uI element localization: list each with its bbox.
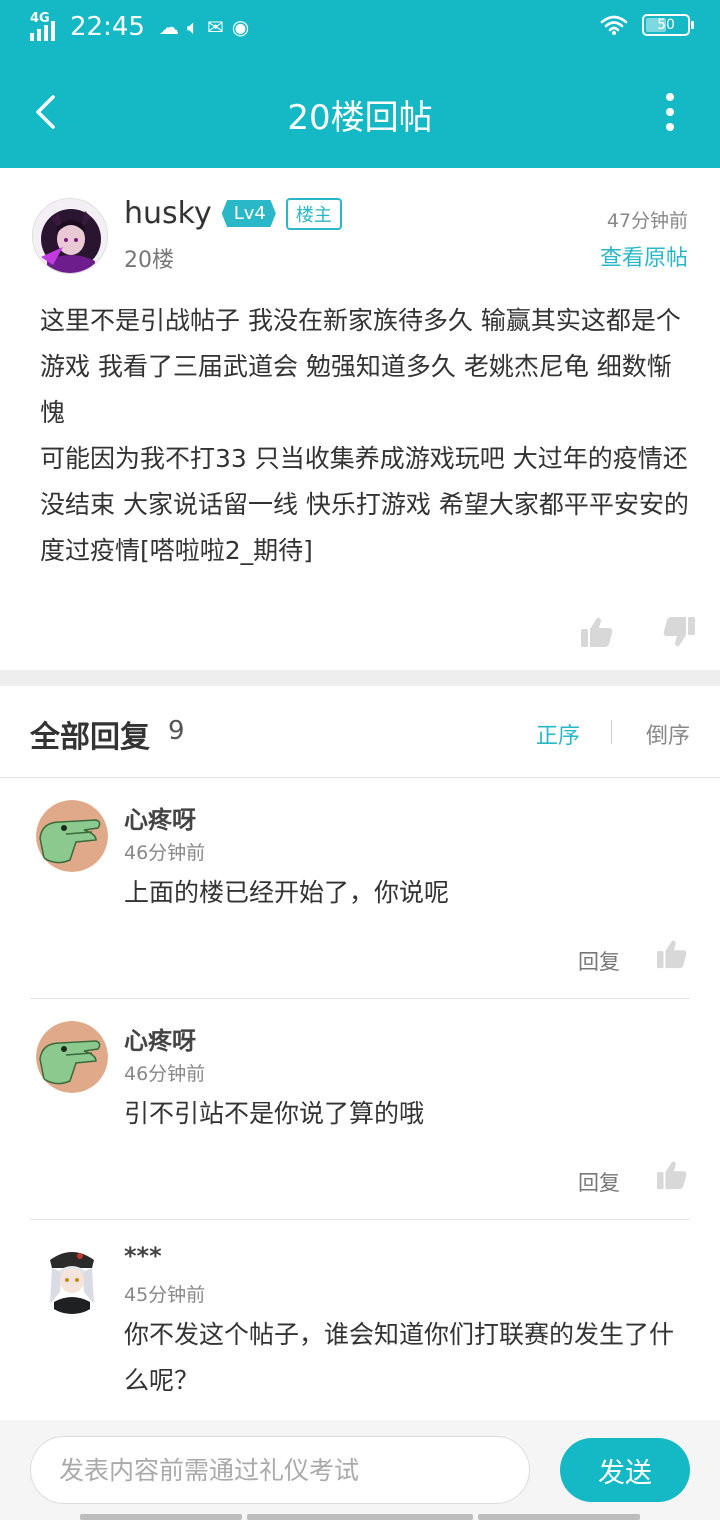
- owner-badge: 楼主: [285, 197, 342, 230]
- battery-level: 50: [657, 17, 675, 33]
- view-original-link[interactable]: 查看原帖: [600, 240, 688, 272]
- reply-content: 你不发这个帖子，谁会知道你们打联赛的发生了什么呢？: [124, 1320, 675, 1395]
- speaker-icon: 🔈︎: [186, 15, 199, 39]
- sort-separator: [611, 720, 612, 744]
- dot-icon: [666, 93, 674, 101]
- nav-indicator: [478, 1514, 640, 1520]
- reply-time: 46分钟前: [124, 842, 206, 864]
- reply-avatar[interactable]: [36, 1021, 108, 1093]
- thumbs-down-icon[interactable]: [662, 616, 696, 648]
- wifi-icon: [600, 15, 628, 35]
- composer-bar: 发送: [0, 1420, 720, 1520]
- post-paragraph: 这里不是引战帖子 我没在新家族待多久 输赢其实这都是个游戏 我看了三届武道会 勉…: [40, 306, 681, 427]
- status-left: 4G 22:45 ☁ 🔈︎ ✉ ◉: [30, 11, 249, 42]
- reply-divider: [30, 998, 690, 999]
- post-time: 47分钟前: [606, 210, 688, 232]
- floor-number: 20楼: [124, 248, 174, 273]
- sort-descending-tab[interactable]: 倒序: [646, 718, 690, 750]
- post-paragraph: 可能因为我不打33 只当收集养成游戏玩吧 大过年的疫情还没结束 大家说话留一线 …: [40, 444, 689, 565]
- app-header: 20楼回帖: [0, 56, 720, 168]
- sort-ascending-tab[interactable]: 正序: [536, 718, 580, 750]
- comment-input[interactable]: [30, 1436, 530, 1504]
- page-title: 20楼回帖: [287, 98, 433, 138]
- replies-header: 全部回复 9 正序 倒序: [0, 686, 720, 778]
- thumbs-up-icon[interactable]: [580, 616, 614, 648]
- reply-content: 上面的楼已经开始了，你说呢: [124, 878, 450, 907]
- send-button[interactable]: 发送: [560, 1438, 690, 1502]
- replies-count: 9: [168, 716, 185, 746]
- reply-button[interactable]: 回复: [578, 946, 620, 976]
- notification-icons: ☁ 🔈︎ ✉ ◉: [159, 15, 249, 39]
- dot-icon: [666, 108, 674, 116]
- cellular-signal-icon: 4G: [30, 11, 62, 41]
- author-avatar[interactable]: [32, 198, 108, 274]
- thumbs-up-icon[interactable]: [656, 938, 688, 970]
- weather-icon: ☁: [158, 15, 179, 39]
- author-info: husky Lv4 楼主: [124, 196, 342, 231]
- original-post: husky Lv4 楼主 20楼 47分钟前 查看原帖 这里不是引战帖子 我没在…: [0, 168, 720, 670]
- top-bar: 4G 22:45 ☁ 🔈︎ ✉ ◉ 50 20楼回帖: [0, 0, 720, 168]
- post-actions: [580, 616, 696, 648]
- reply-time: 45分钟前: [124, 1284, 206, 1306]
- reply-content: 引不引站不是你说了算的哦: [124, 1099, 425, 1128]
- reply-divider: [30, 1219, 690, 1220]
- nav-indicator: [247, 1514, 473, 1520]
- app-notification-icon: ◉: [231, 15, 250, 39]
- message-icon: ✉: [206, 15, 224, 39]
- post-body: 这里不是引战帖子 我没在新家族待多久 输赢其实这都是个游戏 我看了三届武道会 勉…: [40, 298, 690, 574]
- status-right: 50: [600, 14, 694, 36]
- status-bar: 4G 22:45 ☁ 🔈︎ ✉ ◉ 50: [0, 0, 720, 56]
- replies-title: 全部回复: [30, 720, 150, 755]
- level-badge: Lv4: [221, 200, 276, 227]
- reply-time: 46分钟前: [124, 1063, 206, 1085]
- section-divider: [0, 670, 720, 686]
- clock: 22:45: [70, 12, 145, 42]
- reply-author-name[interactable]: 心疼呀: [124, 1021, 196, 1056]
- nav-indicator: [80, 1514, 242, 1520]
- author-name[interactable]: husky: [124, 196, 212, 231]
- more-options-button[interactable]: [650, 86, 690, 138]
- thumbs-up-icon[interactable]: [656, 1159, 688, 1191]
- reply-avatar[interactable]: [36, 1242, 108, 1314]
- reply-avatar[interactable]: [36, 800, 108, 872]
- dot-icon: [666, 123, 674, 131]
- reply-button[interactable]: 回复: [578, 1167, 620, 1197]
- reply-author-name[interactable]: 心疼呀: [124, 800, 196, 835]
- reply-author-name[interactable]: ***: [124, 1242, 162, 1270]
- battery-icon: 50: [642, 14, 694, 36]
